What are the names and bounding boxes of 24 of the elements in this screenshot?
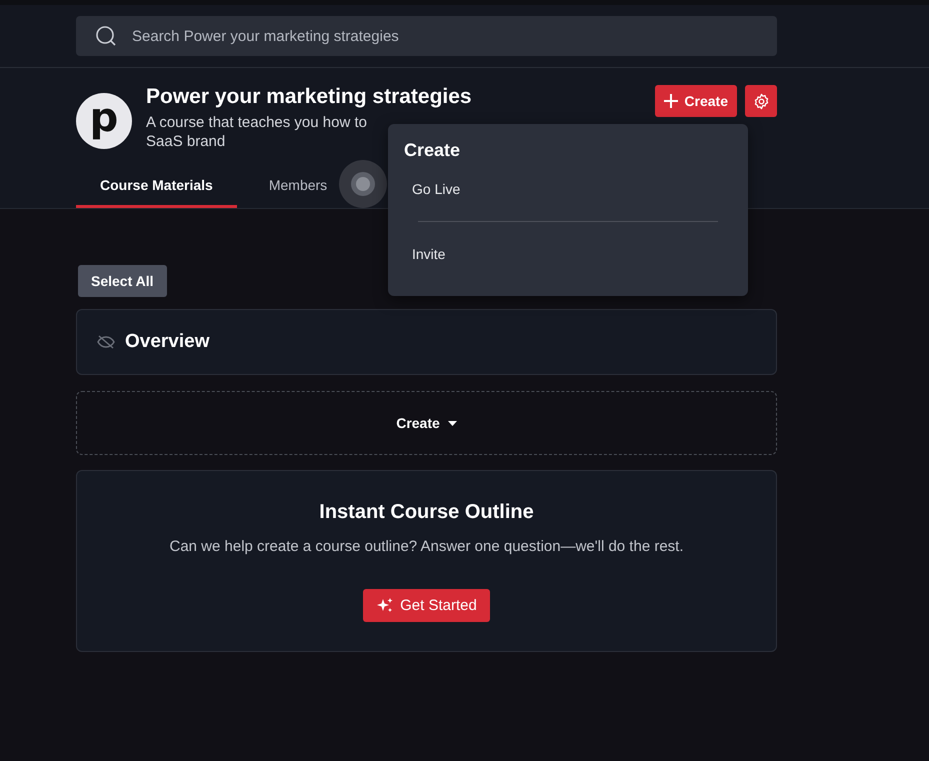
course-logo: p [76,93,132,149]
tab[interactable]: Members [244,165,340,208]
search-field[interactable]: Search Power your marketing strategies [76,16,777,56]
settings-button[interactable] [745,85,777,117]
caret-icon [448,420,457,426]
menu-item[interactable]: Invite [404,240,732,268]
create-button[interactable]: Create [655,85,737,117]
course-title: Power your marketing strategies [146,85,473,109]
plus-icon [664,94,678,108]
card-text: Can we help create a course outline? Answer one question—we'll do the rest. [170,538,684,555]
section-card[interactable]: Overview [76,309,777,375]
course-description: SaaS brand [146,132,226,151]
select-all-button[interactable]: Select All [78,265,167,297]
menu-item[interactable]: Go Live [404,175,732,203]
dropdown-title: Create [404,140,462,161]
get-started-button[interactable]: Get Started [363,589,490,622]
sparkle-icon [376,596,394,614]
tab[interactable]: Course Materials [76,165,237,208]
card-title: Instant Course Outline [319,501,534,524]
settings-icon [752,92,770,110]
click-indicator-icon [339,160,388,208]
course-description: A course that teaches you how to [146,113,367,132]
create-menu-button[interactable]: Create [390,414,463,432]
section-title: Overview [125,331,210,353]
